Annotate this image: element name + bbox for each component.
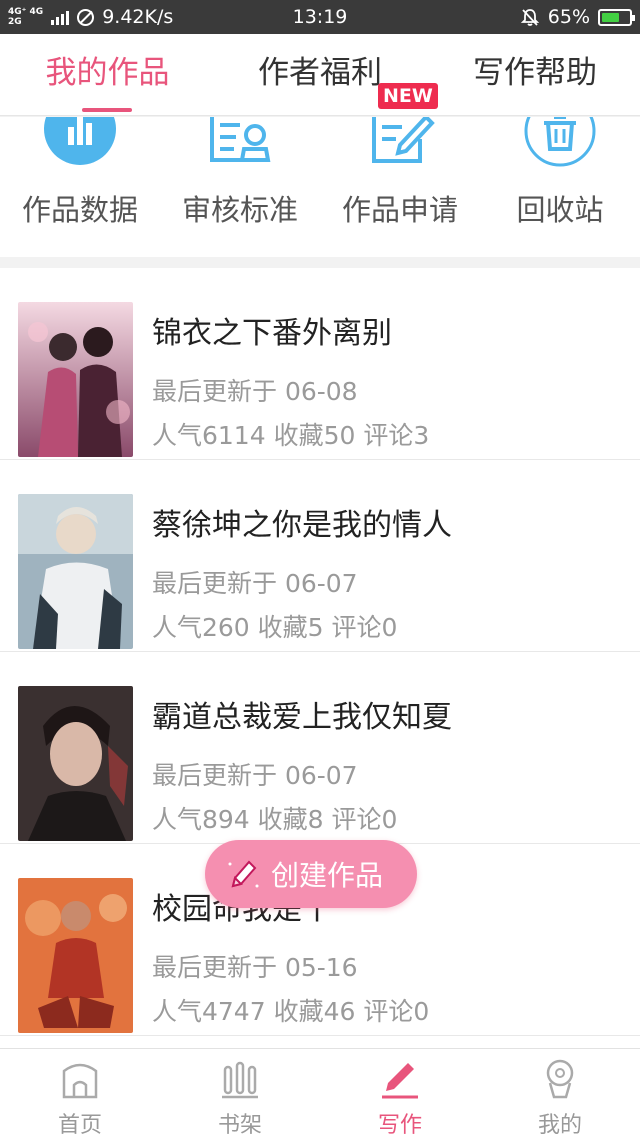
trash-icon: [524, 117, 596, 167]
quick-actions: 作品数据 审核标准 作品申请 回收站: [0, 117, 640, 257]
work-stats: 人气260 收藏5 评论0: [152, 613, 398, 642]
nav-label: 书架: [217, 1113, 262, 1138]
work-cover: [18, 686, 133, 841]
work-title: 蔡徐坤之你是我的情人: [152, 508, 452, 543]
home-icon: [62, 1063, 98, 1099]
work-cover: [18, 494, 133, 649]
work-updated: 最后更新于 06-07: [152, 569, 358, 598]
bottom-nav: 首页 书架 写作 我的: [0, 1048, 640, 1138]
quick-action-recycle-bin[interactable]: 回收站: [480, 117, 640, 257]
work-updated: 最后更新于 05-16: [152, 953, 358, 982]
status-bar: 4G⁺ 4G 2G 9.42K/s 13:19 65%: [0, 0, 640, 34]
quick-action-review-standard[interactable]: 审核标准: [160, 117, 320, 257]
top-tabs: 我的作品 作者福利 写作帮助 NEW: [0, 34, 640, 116]
work-cover: [18, 302, 133, 457]
profile-icon: [546, 1059, 574, 1099]
work-updated: 最后更新于 06-08: [152, 377, 358, 406]
nav-profile[interactable]: 我的: [480, 1049, 640, 1138]
nav-label: 首页: [57, 1113, 102, 1138]
bar-chart-icon: [44, 117, 116, 165]
quick-action-work-apply[interactable]: 作品申请: [320, 117, 480, 257]
nav-label: 写作: [377, 1113, 422, 1138]
edit-document-icon: [372, 117, 435, 163]
status-right: 65%: [520, 0, 635, 34]
battery-percent: 65%: [547, 6, 590, 28]
work-updated: 最后更新于 06-07: [152, 761, 358, 790]
quick-action-label: 作品申请: [341, 193, 458, 227]
works-list: 锦衣之下番外离别 最后更新于 06-08 人气6114 收藏50 评论3 蔡徐坤…: [0, 268, 640, 1048]
quick-action-label: 审核标准: [181, 193, 298, 227]
list-item[interactable]: 锦衣之下番外离别 最后更新于 06-08 人气6114 收藏50 评论3: [0, 268, 640, 460]
create-work-label: 创建作品: [271, 859, 384, 892]
nav-label: 我的: [537, 1113, 582, 1138]
quick-action-work-data[interactable]: 作品数据: [0, 117, 160, 257]
list-item[interactable]: 蔡徐坤之你是我的情人 最后更新于 06-07 人气260 收藏5 评论0: [0, 460, 640, 652]
work-title: 锦衣之下番外离别: [152, 316, 392, 351]
nav-write[interactable]: 写作: [320, 1049, 480, 1138]
quick-action-label: 作品数据: [21, 193, 138, 227]
active-tab-indicator: [82, 108, 132, 112]
battery-fill: [602, 12, 619, 22]
work-stats: 人气6114 收藏50 评论3: [152, 421, 430, 450]
nav-home[interactable]: 首页: [0, 1049, 160, 1138]
nav-bookshelf[interactable]: 书架: [160, 1049, 320, 1138]
bookshelf-icon: [222, 1061, 258, 1099]
tab-author-benefits[interactable]: 作者福利: [240, 34, 400, 116]
pencil-icon: [228, 860, 259, 888]
quick-action-label: 回收站: [516, 193, 604, 227]
work-stats: 人气4747 收藏46 评论0: [152, 997, 430, 1026]
work-title: 霸道总裁爱上我仅知夏: [152, 700, 452, 735]
create-work-button[interactable]: 创建作品: [205, 840, 417, 908]
mute-bell-icon: [520, 9, 539, 26]
tab-my-works[interactable]: 我的作品: [25, 34, 190, 116]
battery-icon: [598, 8, 635, 26]
review-standard-icon: [210, 117, 271, 162]
work-stats: 人气894 收藏8 评论0: [152, 805, 398, 834]
tab-writing-help[interactable]: 写作帮助: [455, 34, 615, 116]
work-cover: [18, 878, 133, 1033]
new-badge: NEW: [378, 83, 438, 109]
write-icon: [382, 1063, 418, 1099]
list-item[interactable]: 霸道总裁爱上我仅知夏 最后更新于 06-07 人气894 收藏8 评论0: [0, 652, 640, 844]
